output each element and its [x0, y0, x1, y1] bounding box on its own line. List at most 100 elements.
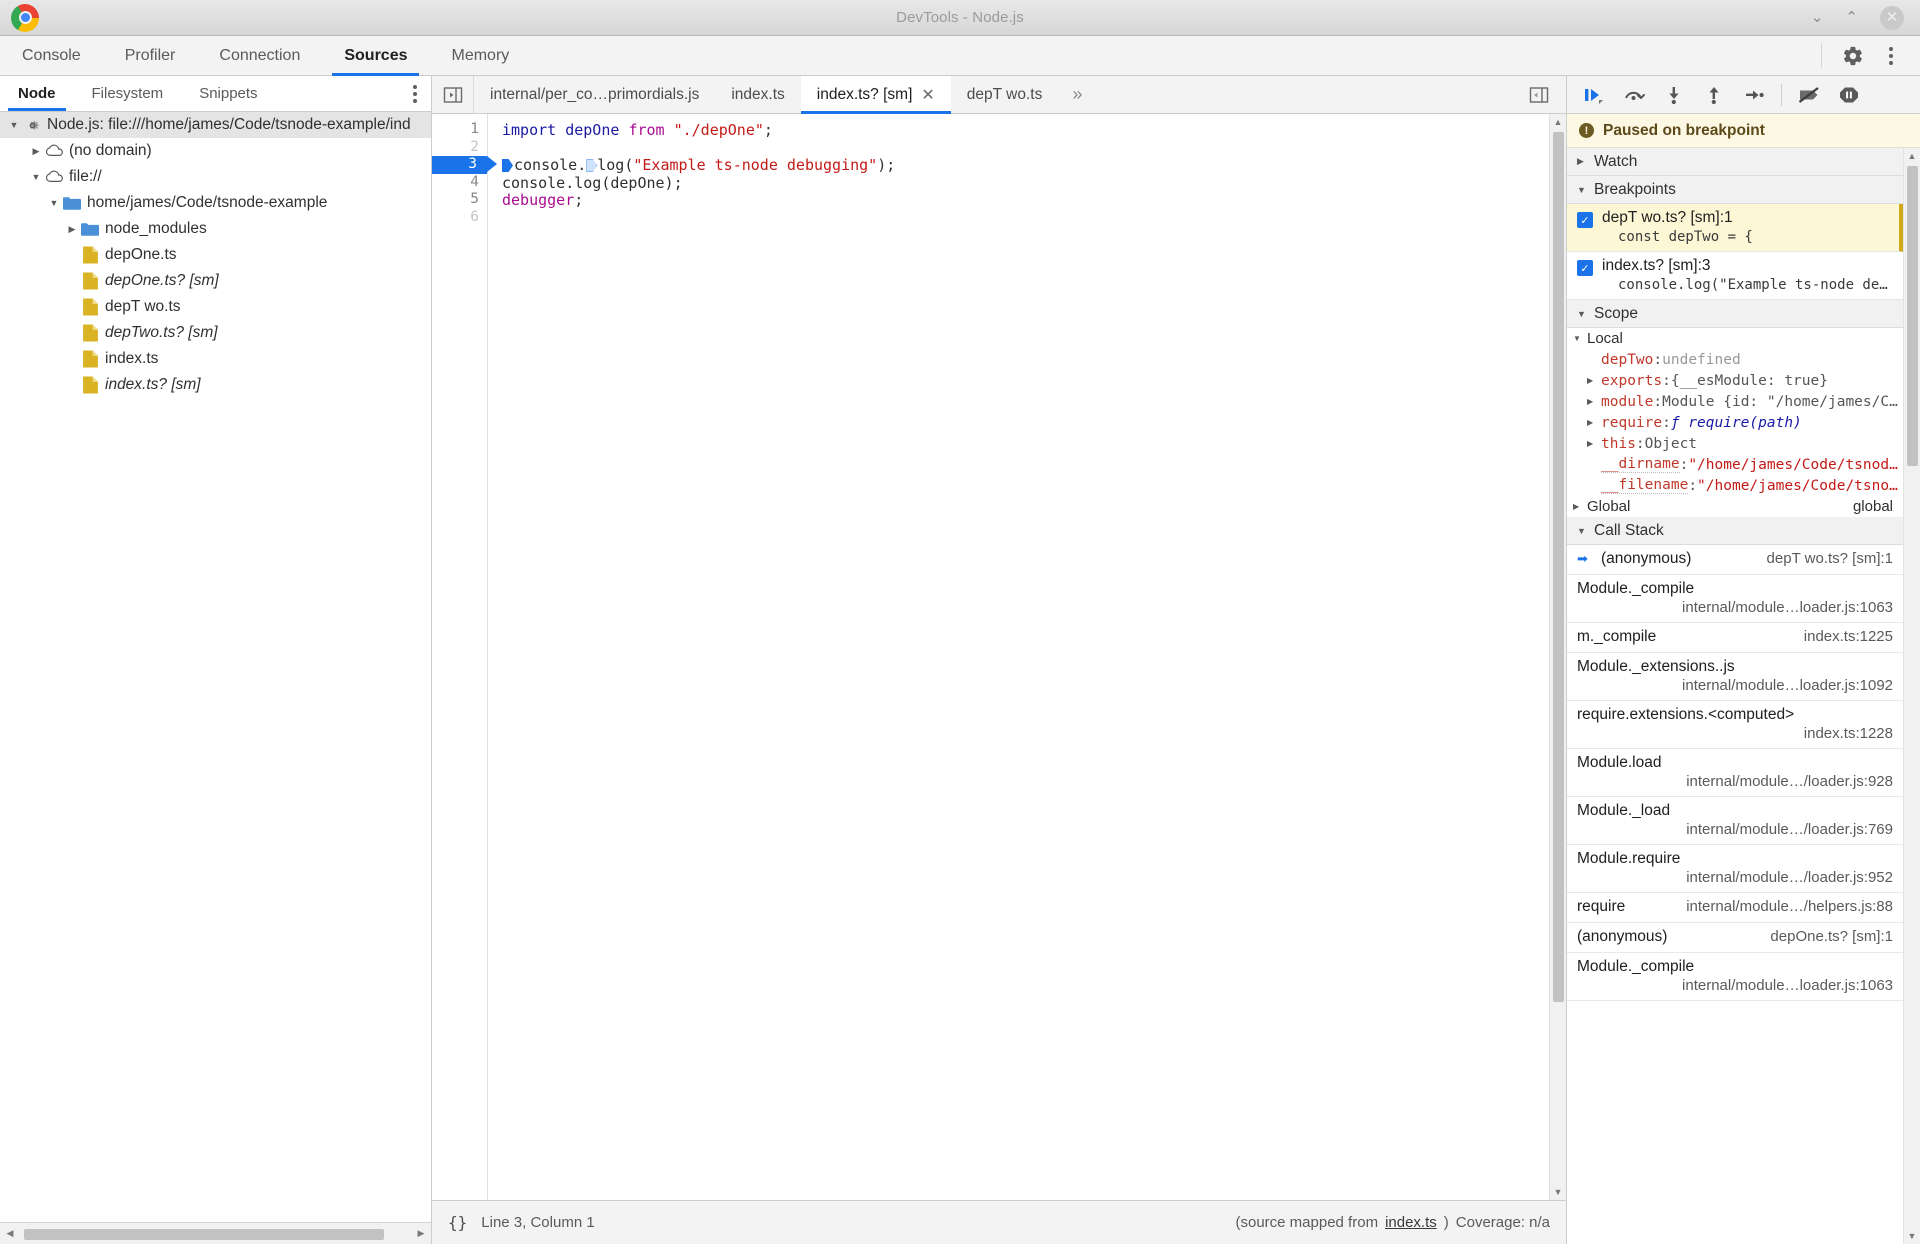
twisty-icon[interactable]: ▼ — [28, 172, 44, 182]
tab-sources[interactable]: Sources — [322, 36, 429, 76]
minimize-button[interactable]: ⌄ — [1811, 10, 1824, 25]
breakpoint-marker-icon[interactable] — [502, 159, 513, 172]
caret-icon[interactable]: ▶ — [1587, 418, 1601, 427]
scroll-up-icon[interactable]: ▲ — [1908, 148, 1917, 164]
call-stack-frame[interactable]: Module.require internal/module…/loader.j… — [1567, 845, 1903, 893]
nav-tab-filesystem[interactable]: Filesystem — [74, 76, 182, 111]
step-out-button[interactable] — [1695, 80, 1733, 110]
deactivate-breakpoints-button[interactable] — [1790, 80, 1828, 110]
pretty-print-icon[interactable]: {} — [448, 1213, 467, 1232]
source-map-link[interactable]: index.ts — [1385, 1214, 1437, 1231]
pause-on-exceptions-button[interactable] — [1830, 80, 1868, 110]
close-button[interactable]: ✕ — [1880, 5, 1904, 30]
caret-icon[interactable]: ▼ — [1573, 334, 1587, 343]
editor-vertical-scrollbar[interactable]: ▲ ▼ — [1549, 114, 1566, 1200]
tab-console[interactable]: Console — [0, 36, 103, 75]
call-stack-frame[interactable]: m._compile index.ts:1225 — [1567, 623, 1903, 653]
caret-icon[interactable]: ▼ — [1577, 185, 1587, 195]
tree-item-depone-ts-sm[interactable]: depOne.ts? [sm] — [0, 268, 431, 294]
scope-variable-this[interactable]: ▶ this: Object — [1567, 433, 1903, 454]
scroll-down-icon[interactable]: ▼ — [1908, 1228, 1917, 1244]
caret-icon[interactable]: ▶ — [1587, 376, 1601, 385]
line-number[interactable]: 6 — [432, 209, 487, 227]
call-stack-frame[interactable]: require internal/module…/helpers.js:88 — [1567, 893, 1903, 923]
line-number[interactable]: 2 — [432, 139, 487, 157]
caret-icon[interactable]: ▶ — [1573, 502, 1587, 511]
scroll-down-icon[interactable]: ▼ — [1554, 1184, 1563, 1200]
navigator-more-icon[interactable] — [413, 76, 431, 111]
call-stack-frame-selected[interactable]: ➡ (anonymous) depT wo.ts? [sm]:1 — [1567, 545, 1903, 575]
scroll-up-icon[interactable]: ▲ — [1554, 114, 1563, 130]
tree-item-project-folder[interactable]: ▼ home/james/Code/tsnode-example — [0, 190, 431, 216]
caret-icon[interactable]: ▶ — [1587, 439, 1601, 448]
scope-local-header[interactable]: ▼ Local — [1567, 328, 1903, 349]
editor-tab-index-ts-sm[interactable]: index.ts? [sm] ✕ — [800, 76, 951, 114]
call-stack-frame[interactable]: Module.load internal/module…/loader.js:9… — [1567, 749, 1903, 797]
breakpoint-item[interactable]: ✓ index.ts? [sm]:3 console.log("Example … — [1567, 252, 1903, 300]
section-scope[interactable]: ▼ Scope — [1567, 300, 1903, 328]
scrollbar-thumb[interactable] — [1552, 132, 1564, 1002]
step-button[interactable] — [1735, 80, 1773, 110]
breakpoint-item[interactable]: ✓ depT wo.ts? [sm]:1 const depTwo = { — [1567, 204, 1903, 252]
scope-variable-deptwo[interactable]: depTwo: undefined — [1567, 349, 1903, 370]
call-stack-frame[interactable]: require.extensions.<computed> index.ts:1… — [1567, 701, 1903, 749]
step-into-button[interactable] — [1655, 80, 1693, 110]
scrollbar-thumb[interactable] — [1906, 166, 1918, 466]
scroll-right-icon[interactable]: ▶ — [413, 1228, 429, 1239]
scope-variable-dirname[interactable]: __dirname: "/home/james/Code/tsnod… — [1567, 454, 1903, 475]
code-content[interactable]: import depOne from "./depOne"; console. l… — [488, 114, 1566, 1200]
twisty-icon[interactable]: ▼ — [6, 120, 22, 130]
debugger-vertical-scrollbar[interactable]: ▲ ▼ — [1903, 148, 1920, 1244]
scroll-left-icon[interactable]: ◀ — [2, 1228, 18, 1239]
show-debugger-icon[interactable] — [1522, 80, 1556, 110]
tree-item-index-ts[interactable]: index.ts — [0, 346, 431, 372]
editor-tab-primordials[interactable]: internal/per_co…primordials.js — [474, 76, 715, 113]
line-number[interactable]: 5 — [432, 191, 487, 209]
section-watch[interactable]: ▶ Watch — [1567, 148, 1903, 176]
editor-tabs-overflow-icon[interactable]: » — [1058, 76, 1096, 113]
caret-icon[interactable]: ▼ — [1577, 526, 1587, 536]
caret-icon[interactable]: ▶ — [1587, 397, 1601, 406]
scope-global-header[interactable]: ▶ Global global — [1567, 496, 1903, 517]
tree-item-depone-ts[interactable]: depOne.ts — [0, 242, 431, 268]
tree-item-file-protocol[interactable]: ▼ file:// — [0, 164, 431, 190]
maximize-button[interactable]: ⌃ — [1845, 10, 1858, 25]
tree-item-deptwo-ts-sm[interactable]: depTwo.ts? [sm] — [0, 320, 431, 346]
navigator-horizontal-scrollbar[interactable]: ◀ ▶ — [0, 1222, 431, 1244]
scrollbar-track[interactable] — [18, 1227, 413, 1241]
resume-button[interactable] — [1575, 80, 1613, 110]
tab-profiler[interactable]: Profiler — [103, 36, 198, 75]
line-number-breakpoint[interactable]: 3 — [432, 156, 497, 174]
gear-icon[interactable] — [1836, 41, 1870, 71]
nav-tab-node[interactable]: Node — [0, 76, 74, 111]
more-options-icon[interactable] — [1874, 41, 1908, 71]
line-number[interactable]: 4 — [432, 174, 487, 192]
call-stack-frame[interactable]: Module._load internal/module…/loader.js:… — [1567, 797, 1903, 845]
breakpoint-checkbox[interactable]: ✓ — [1577, 260, 1593, 276]
tree-item-no-domain[interactable]: ▶ (no domain) — [0, 138, 431, 164]
scope-variable-filename[interactable]: __filename: "/home/james/Code/tsno… — [1567, 475, 1903, 496]
twisty-icon[interactable]: ▼ — [46, 198, 62, 208]
tree-item-node-modules[interactable]: ▶ node_modules — [0, 216, 431, 242]
call-stack-frame[interactable]: Module._compile internal/module…loader.j… — [1567, 575, 1903, 623]
breakpoint-checkbox[interactable]: ✓ — [1577, 212, 1593, 228]
section-breakpoints[interactable]: ▼ Breakpoints — [1567, 176, 1903, 204]
call-stack-frame[interactable]: (anonymous) depOne.ts? [sm]:1 — [1567, 923, 1903, 953]
tree-item-deptwo-ts[interactable]: depT wo.ts — [0, 294, 431, 320]
tab-connection[interactable]: Connection — [197, 36, 322, 75]
scope-variable-exports[interactable]: ▶ exports: {__esModule: true} — [1567, 370, 1903, 391]
editor-tab-index-ts[interactable]: index.ts — [715, 76, 800, 113]
code-editor[interactable]: 1 2 3 4 5 6 import depOne from "./depOne… — [432, 114, 1566, 1200]
close-icon[interactable]: ✕ — [921, 85, 934, 105]
line-number[interactable]: 1 — [432, 121, 487, 139]
step-over-button[interactable] — [1615, 80, 1653, 110]
scope-variable-module[interactable]: ▶ module: Module {id: "/home/james/C… — [1567, 391, 1903, 412]
line-number-gutter[interactable]: 1 2 3 4 5 6 — [432, 114, 497, 1200]
tree-item-node-root[interactable]: ▼ Node.js: file:///home/james/Code/tsnod… — [0, 112, 431, 138]
scrollbar-thumb[interactable] — [24, 1228, 384, 1240]
inline-breakpoint-icon[interactable] — [586, 159, 598, 172]
tree-item-index-ts-sm[interactable]: index.ts? [sm] — [0, 372, 431, 398]
call-stack-frame[interactable]: Module._compile internal/module…loader.j… — [1567, 953, 1903, 1001]
editor-tab-deptwo-ts[interactable]: depT wo.ts — [951, 76, 1059, 113]
nav-tab-snippets[interactable]: Snippets — [181, 76, 275, 111]
